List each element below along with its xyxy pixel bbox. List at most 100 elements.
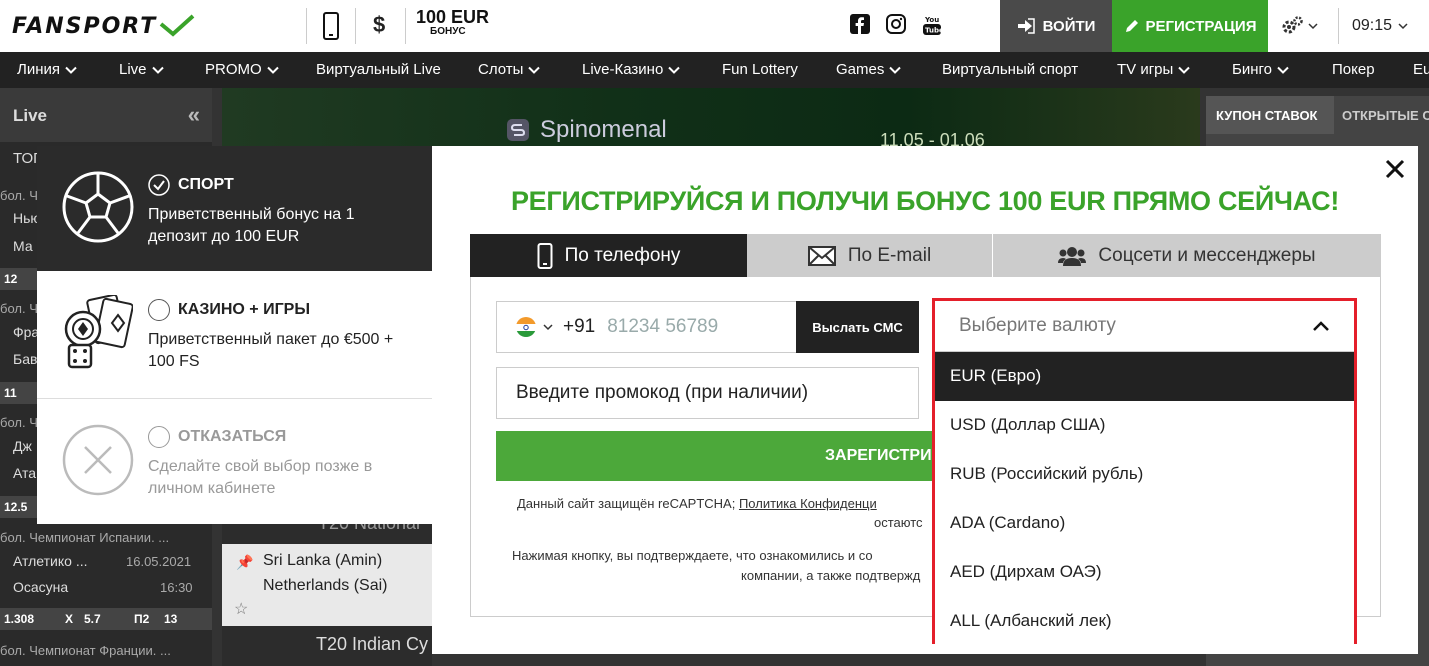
login-button[interactable]: ВОЙТИ bbox=[1000, 0, 1112, 52]
bonus-option-sport[interactable]: СПОРТ Приветственный бонус на 1 депозит … bbox=[37, 146, 432, 271]
pin-icon[interactable]: 📌 bbox=[236, 554, 253, 571]
close-icon[interactable] bbox=[1382, 156, 1408, 182]
india-flag-icon[interactable] bbox=[515, 316, 537, 338]
currency-icon[interactable]: $ bbox=[373, 12, 385, 38]
phone-input[interactable]: 81234 56789 bbox=[607, 316, 718, 338]
league-name: бол. Чемпионат Франции. ... bbox=[0, 643, 171, 658]
fansport-logo[interactable]: FANSPORT bbox=[12, 12, 195, 40]
divider bbox=[1338, 8, 1339, 44]
sidebar-text: бол. Ч bbox=[0, 301, 38, 316]
settings-button[interactable] bbox=[1280, 12, 1328, 40]
chevron-down-icon bbox=[1178, 66, 1191, 74]
instagram-icon[interactable] bbox=[886, 14, 906, 34]
currency-dropdown-highlight: Выберите валюту EUR (Евро) USD (Доллар СШ… bbox=[932, 298, 1357, 646]
mobile-app-icon[interactable] bbox=[322, 12, 340, 45]
promo-banner[interactable] bbox=[222, 88, 1200, 148]
chevron-down-icon bbox=[65, 66, 77, 74]
sidebar-text: бол. Ч bbox=[0, 415, 38, 430]
odds-row[interactable]: 1.308 X 5.7 П2 13 bbox=[0, 608, 212, 630]
register-button[interactable]: РЕГИСТРАЦИЯ bbox=[1112, 0, 1268, 52]
nav-item[interactable]: Live bbox=[119, 61, 164, 78]
chevron-down-icon bbox=[889, 66, 902, 74]
divider bbox=[405, 8, 406, 44]
sidebar-header: Live « bbox=[0, 88, 212, 142]
send-sms-button[interactable]: Выслать СМС bbox=[796, 301, 919, 353]
recaptcha-note-cont: остаютс bbox=[874, 515, 923, 530]
promo-code-input[interactable]: Введите промокод (при наличии) bbox=[496, 367, 919, 419]
league-name: бол. Чемпионат Испании. ... bbox=[0, 530, 170, 545]
tab-email[interactable]: По E-mail bbox=[747, 234, 992, 277]
nav-item[interactable]: Покер bbox=[1332, 61, 1375, 78]
currency-option[interactable]: RUB (Российский рубль) bbox=[935, 450, 1354, 499]
youtube-icon[interactable]: You Tube bbox=[922, 14, 942, 36]
match-date: 16.05.2021 bbox=[126, 554, 192, 569]
team-name[interactable]: Осасуна bbox=[13, 579, 68, 595]
team-name[interactable]: Атлетико ... bbox=[13, 553, 87, 569]
chevron-down-icon bbox=[266, 66, 279, 74]
match-time: 16:30 bbox=[160, 580, 193, 595]
registration-tabs: По телефону По E-mail Соцсети и мессендж… bbox=[470, 234, 1381, 277]
divider bbox=[355, 8, 356, 44]
coupon-tab[interactable]: КУПОН СТАВОК bbox=[1206, 96, 1334, 134]
currency-select[interactable]: Выберите валюту bbox=[935, 301, 1354, 352]
country-code: +91 bbox=[563, 316, 596, 337]
chevron-down-icon bbox=[151, 66, 164, 74]
bonus-option-decline[interactable]: ОТКАЗАТЬСЯ Сделайте свой выбор позже в л… bbox=[37, 399, 432, 524]
chevron-down-icon[interactable] bbox=[543, 323, 553, 331]
nav-item[interactable]: PROMO bbox=[205, 61, 279, 78]
nav-item[interactable]: Виртуальный спорт bbox=[942, 61, 1078, 78]
social-links: You Tube bbox=[850, 14, 942, 36]
chevron-down-icon bbox=[528, 66, 541, 74]
nav-item[interactable]: Бинго bbox=[1232, 61, 1289, 78]
currency-option[interactable]: USD (Доллар США) bbox=[935, 401, 1354, 450]
match-row[interactable]: 📌 Sri Lanka (Amin) Netherlands (Sai) ☆ bbox=[222, 544, 432, 626]
casino-icon bbox=[64, 295, 133, 369]
registration-modal: РЕГИСТРИРУЙСЯ И ПОЛУЧИ БОНУС 100 EUR ПРЯ… bbox=[432, 146, 1418, 654]
chevron-down-icon bbox=[1277, 66, 1289, 74]
nav-item[interactable]: Fun Lottery bbox=[722, 61, 798, 78]
currency-option[interactable]: EUR (Евро) bbox=[935, 352, 1354, 401]
bonus-selector: СПОРТ Приветственный бонус на 1 депозит … bbox=[37, 146, 432, 524]
sidebar-text: Дж bbox=[13, 438, 32, 454]
chevron-up-icon[interactable] bbox=[1312, 320, 1330, 332]
top-header: FANSPORT $ 100 EUR БОНУС You Tube ВОЙТИ Р… bbox=[0, 0, 1429, 52]
radio-button[interactable] bbox=[148, 299, 170, 321]
bonus-option-casino[interactable]: КАЗИНО + ИГРЫ Приветственный пакет до €5… bbox=[37, 271, 432, 399]
nav-item[interactable]: TV игры bbox=[1117, 61, 1191, 78]
bonus-badge[interactable]: 100 EUR БОНУС bbox=[416, 8, 489, 37]
star-icon[interactable]: ☆ bbox=[234, 599, 248, 619]
sidebar-text: Фра bbox=[13, 324, 40, 340]
sidebar-text: Ата bbox=[13, 465, 37, 481]
envelope-icon bbox=[807, 245, 836, 266]
radio-button[interactable] bbox=[148, 426, 170, 448]
nav-item[interactable]: Линия bbox=[17, 61, 77, 78]
privacy-policy-link[interactable]: Политика Конфиденци bbox=[739, 496, 877, 511]
nav-item[interactable]: Eu bbox=[1413, 61, 1429, 78]
tab-social[interactable]: Соцсети и мессенджеры bbox=[992, 234, 1381, 277]
recaptcha-note: Данный сайт защищён reCAPTCHA; Политика … bbox=[517, 496, 877, 511]
spinomenal-icon bbox=[507, 119, 529, 141]
nav-item[interactable]: Live-Казино bbox=[582, 61, 681, 78]
match-header: T20 Indian Cy bbox=[222, 626, 432, 666]
soccer-ball-icon bbox=[62, 171, 134, 243]
tab-phone[interactable]: По телефону bbox=[470, 234, 747, 277]
open-bets-tab[interactable]: ОТКРЫТЫЕ С bbox=[1334, 96, 1429, 134]
chevron-down-icon bbox=[668, 66, 681, 74]
facebook-icon[interactable] bbox=[850, 14, 870, 34]
sidebar-text: Бав bbox=[13, 351, 38, 367]
currency-option[interactable]: ADA (Cardano) bbox=[935, 499, 1354, 548]
decline-icon bbox=[62, 424, 134, 496]
collapse-icon[interactable]: « bbox=[188, 102, 200, 128]
terms-note: Нажимая кнопку, вы подтверждаете, что оз… bbox=[512, 548, 873, 563]
nav-item[interactable]: Games bbox=[836, 61, 902, 78]
terms-note-cont: компании, а также подтвержд bbox=[741, 568, 921, 583]
radio-checked-icon[interactable] bbox=[148, 174, 170, 196]
clock[interactable]: 09:15 bbox=[1352, 0, 1408, 52]
currency-option[interactable]: ALL (Албанский лек) bbox=[935, 597, 1354, 646]
nav-item[interactable]: Слоты bbox=[478, 61, 541, 78]
svg-text:You: You bbox=[924, 16, 939, 24]
phone-icon bbox=[537, 242, 553, 269]
submit-register-button[interactable]: ЗАРЕГИСТРИ bbox=[496, 431, 946, 481]
nav-item[interactable]: Виртуальный Live bbox=[316, 61, 441, 78]
currency-option[interactable]: AED (Дирхам ОАЭ) bbox=[935, 548, 1354, 597]
